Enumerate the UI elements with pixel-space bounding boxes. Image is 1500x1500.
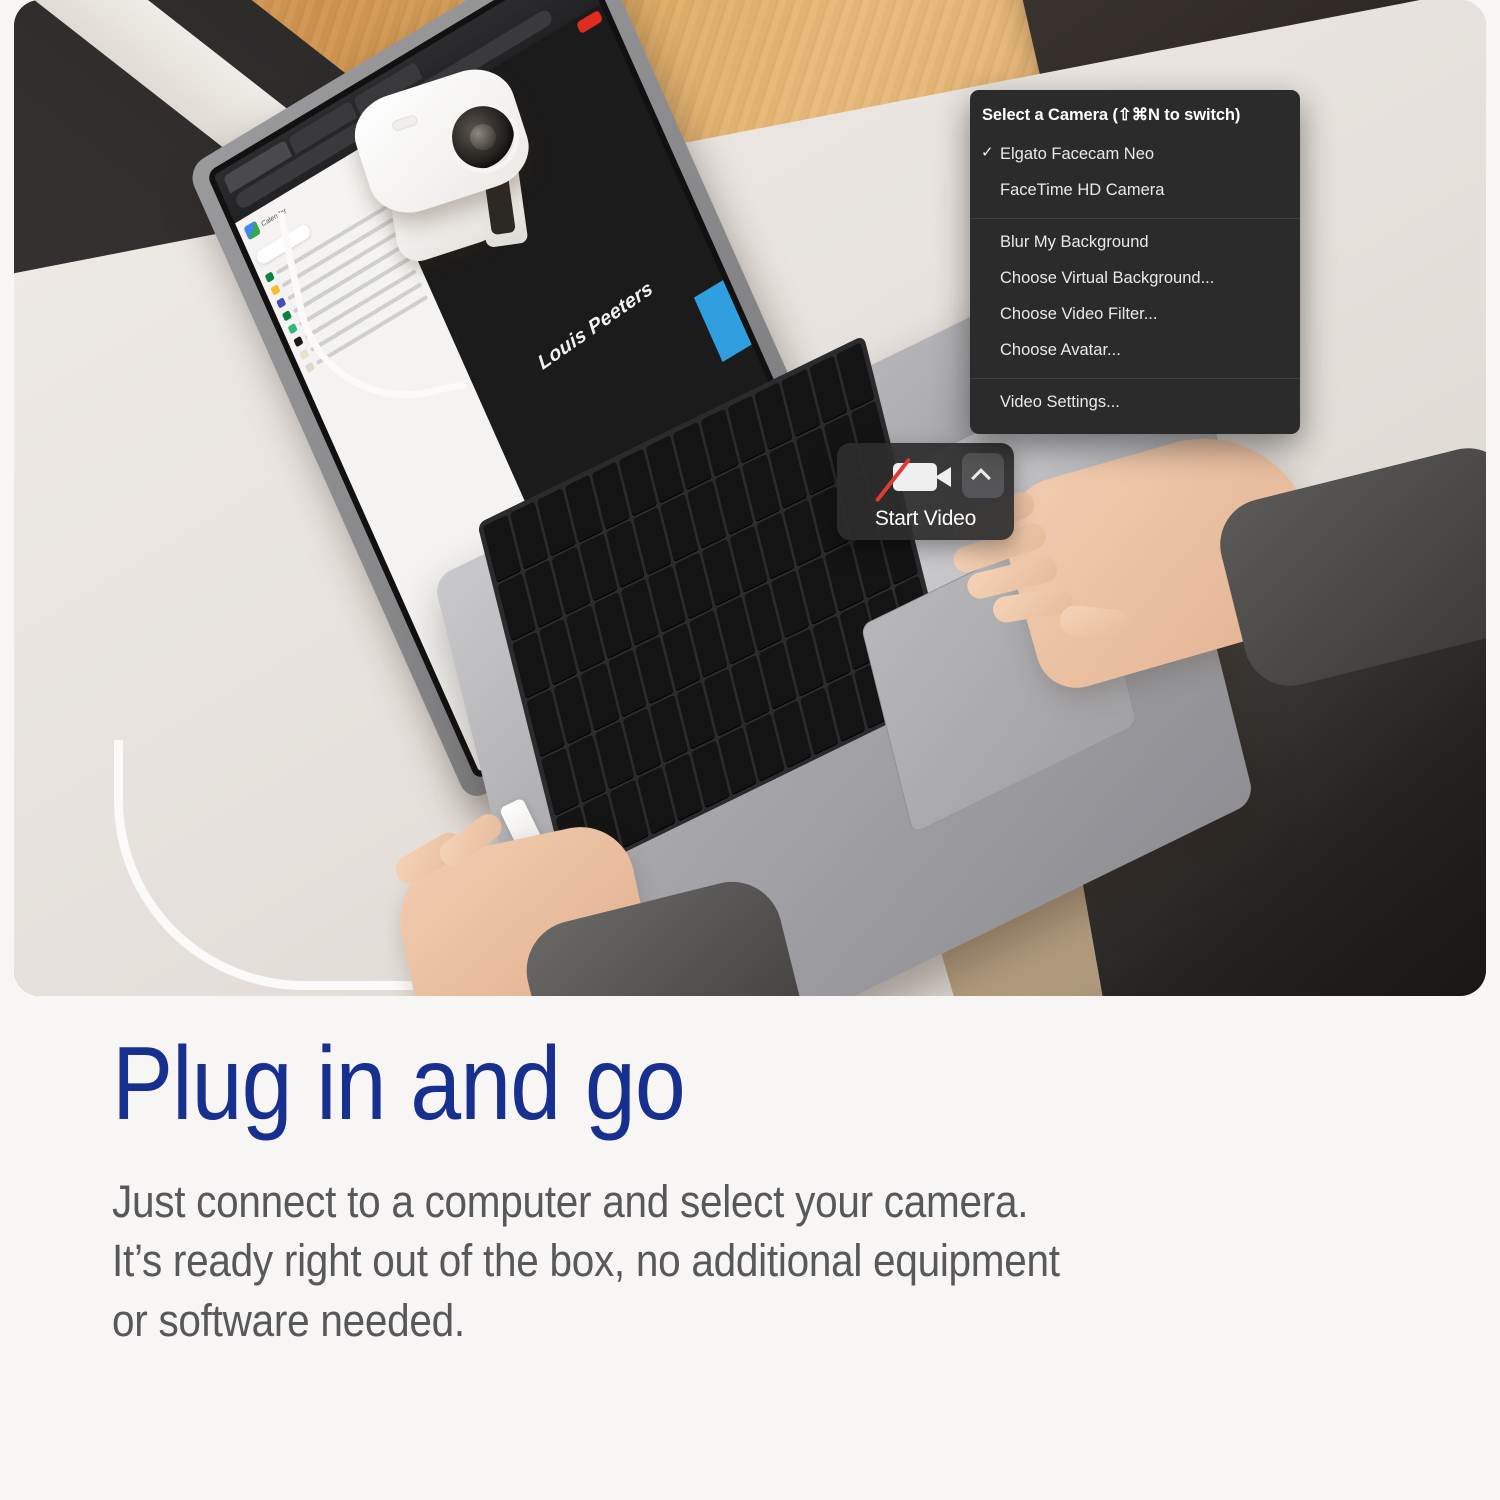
chevron-up-icon [971, 468, 991, 488]
product-photo: Calendar Louis Peeters Start Video Selec… [14, 0, 1486, 996]
menu-title: Select a Camera (⇧⌘N to switch) [982, 106, 1241, 124]
product-feature-page: Calendar Louis Peeters Start Video Selec… [0, 0, 1500, 1500]
start-video-label: Start Video [874, 507, 977, 530]
camera-lens-shape [935, 467, 951, 487]
menu-item-label: Elgato Facecam Neo [1000, 145, 1155, 163]
menu-item-choose-video-filter[interactable]: Choose Video Filter... [970, 297, 1300, 333]
marketing-body-line-3: or software needed. [112, 1294, 465, 1346]
menu-item-label: Choose Virtual Background... [1000, 268, 1215, 287]
calendar-color-checkbox[interactable] [304, 361, 315, 374]
marketing-body-line-2: It’s ready right out of the box, no addi… [112, 1235, 1060, 1287]
webcam-lens [466, 120, 500, 154]
menu-item-label: Blur My Background [1000, 232, 1149, 251]
calendar-color-checkbox[interactable] [270, 284, 281, 296]
menu-separator [970, 377, 1300, 379]
google-calendar-icon [243, 220, 262, 241]
select-camera-menu[interactable]: Select a Camera (⇧⌘N to switch) ✓ Elgato… [970, 90, 1300, 435]
menu-item-label: Choose Video Filter... [1000, 304, 1158, 323]
calendar-color-checkbox[interactable] [287, 322, 298, 335]
menu-item-choose-avatar[interactable]: Choose Avatar... [970, 333, 1300, 369]
participant-name: Louis Peeters [534, 277, 657, 375]
menu-item-facetime-hd-camera[interactable]: FaceTime HD Camera [970, 173, 1300, 209]
menu-item-label: Video Settings... [1000, 392, 1120, 411]
menu-item-elgato-facecam-neo[interactable]: ✓ Elgato Facecam Neo [970, 137, 1300, 173]
marketing-text-block: Plug in and go Just connect to a compute… [112, 1032, 1412, 1350]
menu-item-choose-virtual-background[interactable]: Choose Virtual Background... [970, 261, 1300, 297]
video-options-chevron-button[interactable] [962, 453, 1004, 498]
checkmark-icon: ✓ [981, 144, 994, 161]
calendar-color-checkbox[interactable] [264, 271, 275, 283]
page-title: Plug in and go [112, 1026, 686, 1142]
start-video-button[interactable]: Start Video [837, 443, 1014, 540]
calendar-color-checkbox[interactable] [293, 335, 304, 348]
thumb [1058, 604, 1132, 642]
menu-item-label: FaceTime HD Camera [1000, 180, 1165, 199]
menu-item-blur-my-background[interactable]: Blur My Background [970, 225, 1300, 261]
marketing-body-line-1: Just connect to a computer and select yo… [112, 1176, 1029, 1227]
webcam-privacy-slider[interactable] [390, 113, 419, 133]
webcam-lens-ring [443, 98, 523, 177]
menu-item-video-settings[interactable]: Video Settings... [970, 385, 1300, 421]
calendar-color-checkbox[interactable] [281, 310, 293, 322]
marketing-body: Just connect to a computer and select yo… [112, 1172, 1282, 1350]
calendar-color-checkbox[interactable] [276, 297, 287, 309]
video-camera-off-icon [874, 457, 957, 503]
calendar-color-checkbox[interactable] [299, 348, 310, 361]
menu-separator [970, 217, 1300, 219]
menu-item-label: Choose Avatar... [1000, 340, 1121, 359]
